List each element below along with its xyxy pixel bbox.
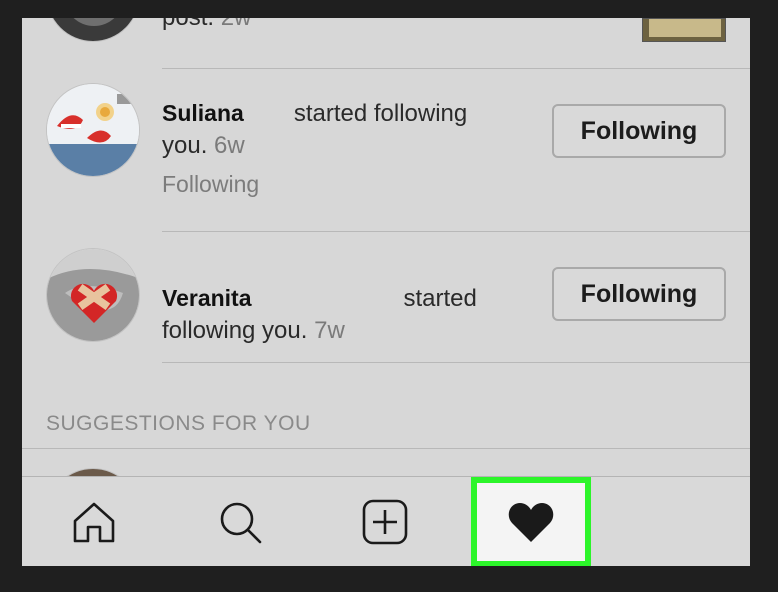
tab-search[interactable]: [190, 477, 290, 566]
divider: [22, 448, 750, 449]
heart-icon: [508, 503, 554, 542]
tab-add-post[interactable]: [335, 477, 435, 566]
activity-screen: post. 2w Sulianastarted following you.: [22, 18, 750, 566]
home-icon: [73, 502, 115, 543]
post-text: post.: [162, 18, 214, 31]
list-item[interactable]: post. 2w: [22, 18, 750, 70]
avatar[interactable]: [46, 248, 140, 342]
list-item[interactable]: Veranita started following you. 7w Follow…: [22, 232, 750, 362]
username[interactable]: Veranita: [162, 285, 252, 311]
notification-text: Suliana started following you. 6w: [162, 100, 468, 159]
search-icon: [220, 502, 262, 544]
username[interactable]: Suliana: [162, 100, 244, 126]
section-title: SUGGESTIONS FOR YOU: [46, 412, 311, 435]
notification-text: Veranita started following you. 7w: [162, 285, 477, 344]
divider: [162, 362, 750, 363]
avatar[interactable]: [46, 83, 140, 177]
post-thumbnail[interactable]: [642, 18, 726, 42]
timestamp: 6w: [214, 132, 245, 159]
list-item[interactable]: Suliana started following you. 6w Followi…: [22, 69, 750, 231]
bottom-tab-bar: [22, 476, 750, 566]
timestamp: 2w: [221, 18, 252, 31]
tab-home[interactable]: [44, 477, 144, 566]
add-post-icon: [362, 499, 408, 545]
tab-activity[interactable]: [471, 477, 591, 566]
following-button[interactable]: Following: [552, 267, 726, 321]
following-status: Following: [162, 171, 260, 197]
following-button[interactable]: Following: [552, 104, 726, 158]
timestamp: 7w: [314, 317, 345, 344]
avatar[interactable]: [46, 18, 140, 42]
